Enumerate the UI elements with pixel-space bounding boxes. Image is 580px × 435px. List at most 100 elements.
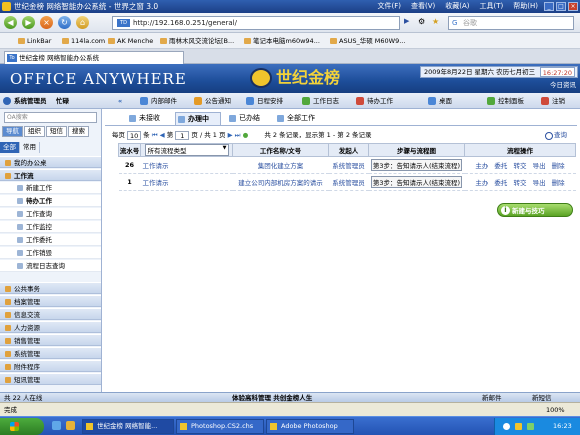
tab-not-received[interactable]: 未接收: [127, 112, 160, 125]
toolbar-logout[interactable]: 注销: [541, 93, 565, 109]
menu-view[interactable]: 查看(V): [411, 2, 435, 11]
tab-all-work[interactable]: 全部工作: [275, 112, 315, 125]
nav-group-attachments[interactable]: 附件程序: [0, 360, 101, 372]
menu-help[interactable]: 帮助(H): [513, 2, 538, 11]
op-delete[interactable]: 删除: [552, 179, 565, 187]
close-icon[interactable]: ×: [568, 2, 578, 11]
nav-group-sms-mgmt[interactable]: 短讯管理: [0, 373, 101, 385]
toolbar-work-log[interactable]: 工作日志: [302, 93, 339, 109]
stop-icon[interactable]: ×: [40, 16, 53, 29]
tray-clock[interactable]: 16:23: [553, 422, 572, 430]
tools-icon[interactable]: ⚙: [418, 17, 425, 26]
page-input[interactable]: 1: [175, 130, 190, 140]
address-bar[interactable]: TD http://192.168.0.251/general/: [112, 16, 400, 30]
nav-group-info-exchange[interactable]: 信息交流: [0, 308, 101, 320]
nav-item-new-work[interactable]: 新建工作: [0, 182, 101, 194]
search-input[interactable]: G 谷歌: [448, 16, 574, 30]
row-work-name[interactable]: 集团化建立方案: [232, 156, 329, 174]
new-flow-tips-button[interactable]: 新建与技巧: [497, 203, 573, 217]
back-icon[interactable]: ◀: [4, 16, 17, 29]
last-page-icon[interactable]: ⏭: [235, 131, 241, 139]
network-icon[interactable]: [503, 423, 510, 430]
nav-item-work-delegate[interactable]: 工作委托: [0, 234, 101, 246]
nav-group-workflow[interactable]: 工作流: [0, 169, 101, 181]
nav-group-archives[interactable]: 档案管理: [0, 295, 101, 307]
menu-file[interactable]: 文件(F): [377, 2, 401, 11]
volume-icon[interactable]: [515, 423, 522, 430]
bookmark-item[interactable]: LinkBar: [18, 33, 51, 49]
row-initiator[interactable]: 系统管理员: [328, 173, 369, 191]
menu-favorites[interactable]: 收藏(A): [445, 2, 469, 11]
first-page-icon[interactable]: ⏮: [152, 131, 158, 139]
bookmark-item[interactable]: AK Menche: [108, 33, 153, 49]
nav-item-work-destroy[interactable]: 工作销毁: [0, 247, 101, 259]
op-handle[interactable]: 主办: [475, 162, 488, 170]
toolbar-schedule[interactable]: 日程安排: [246, 93, 283, 109]
prev-page-icon[interactable]: ◀: [160, 131, 165, 139]
subtab-common[interactable]: 常用: [20, 142, 40, 153]
nav-group-public-affairs[interactable]: 公共事务: [0, 282, 101, 294]
flow-type-select[interactable]: 所有流程类型: [144, 144, 229, 156]
user-status-dropdown[interactable]: 忙碌: [56, 93, 69, 109]
tab-organization[interactable]: 组织: [24, 126, 45, 137]
tab-search[interactable]: 搜索: [68, 126, 89, 137]
bookmark-item[interactable]: 114la.com: [62, 33, 105, 49]
nav-group-my-desk[interactable]: 我的办公桌: [0, 156, 101, 168]
bookmark-item[interactable]: 笔记本电脑m60w94...: [244, 33, 320, 49]
taskbar-item[interactable]: Adobe Photoshop: [266, 419, 354, 434]
tab-navigation[interactable]: 导航: [2, 126, 23, 137]
start-button[interactable]: [0, 418, 44, 435]
quicklaunch-icon[interactable]: [52, 421, 61, 430]
nav-item-work-monitor[interactable]: 工作监控: [0, 221, 101, 233]
next-page-icon[interactable]: ▶: [228, 131, 233, 139]
op-transfer[interactable]: 转交: [514, 162, 527, 170]
row-flow-type[interactable]: 工作请示: [140, 156, 233, 174]
tab-in-progress[interactable]: 办理中: [175, 112, 221, 125]
toolbar-announcements[interactable]: 公告通知: [194, 93, 231, 109]
toolbar-pending-work[interactable]: 待办工作: [356, 93, 393, 109]
query-button[interactable]: 查询: [545, 129, 567, 141]
op-delegate[interactable]: 委托: [494, 162, 507, 170]
tab-sms[interactable]: 短信: [46, 126, 67, 137]
op-delegate[interactable]: 委托: [494, 179, 507, 187]
nav-item-pending-work[interactable]: 待办工作: [0, 195, 101, 207]
op-handle[interactable]: 主办: [475, 179, 488, 187]
go-page-icon[interactable]: ●: [243, 131, 249, 139]
row-step[interactable]: 第3步：告知请示人(结束流程): [370, 159, 463, 171]
zoom-level[interactable]: 100%: [546, 403, 565, 417]
row-step[interactable]: 第3步：告知请示人(结束流程): [370, 176, 463, 188]
toolbar-desktop[interactable]: 桌面: [428, 93, 452, 109]
bookmark-item[interactable]: ASUS_华硕 M60W9...: [330, 33, 405, 49]
nav-group-system[interactable]: 系统管理: [0, 347, 101, 359]
nav-group-hr[interactable]: 人力资源: [0, 321, 101, 333]
browser-tab[interactable]: 世纪金榜 网络智能办公系统: [4, 51, 184, 64]
subtab-all[interactable]: 全部: [0, 142, 20, 153]
nav-group-sales[interactable]: 销售管理: [0, 334, 101, 346]
toolbar-control-panel[interactable]: 控制面板: [487, 93, 524, 109]
go-icon[interactable]: ▶: [404, 17, 409, 25]
minimize-icon[interactable]: _: [544, 2, 554, 11]
quicklaunch-icon[interactable]: [66, 421, 75, 430]
op-transfer[interactable]: 转交: [514, 179, 527, 187]
row-work-name[interactable]: 建立公司内部机房方案的请示: [232, 173, 329, 191]
taskbar-item[interactable]: 世纪金榜 网络智能...: [82, 419, 174, 434]
tab-completed[interactable]: 已办结: [227, 112, 260, 125]
refresh-icon[interactable]: ↻: [58, 16, 71, 29]
op-delete[interactable]: 删除: [552, 162, 565, 170]
home-icon[interactable]: ⌂: [76, 16, 89, 29]
bookmark-item[interactable]: 雨林木风交流论坛[B...: [160, 33, 234, 49]
toolbar-internal-mail[interactable]: 内部邮件: [140, 93, 177, 109]
today-news-link[interactable]: 今日资讯: [550, 80, 576, 90]
nav-item-flow-log-query[interactable]: 流程日志查询: [0, 260, 101, 272]
menu-tools[interactable]: 工具(T): [480, 2, 504, 11]
taskbar-item[interactable]: Photoshop.CS2.chs: [176, 419, 264, 434]
row-flow-type[interactable]: 工作请示: [140, 173, 233, 191]
op-export[interactable]: 导出: [533, 162, 546, 170]
op-export[interactable]: 导出: [533, 179, 546, 187]
row-initiator[interactable]: 系统管理员: [328, 156, 369, 174]
per-page-input[interactable]: 10: [127, 130, 142, 140]
tray-app-icon[interactable]: [527, 423, 534, 430]
nav-item-work-query[interactable]: 工作查询: [0, 208, 101, 220]
forward-icon[interactable]: ▶: [22, 16, 35, 29]
oa-search-input[interactable]: OA搜索: [4, 112, 97, 123]
